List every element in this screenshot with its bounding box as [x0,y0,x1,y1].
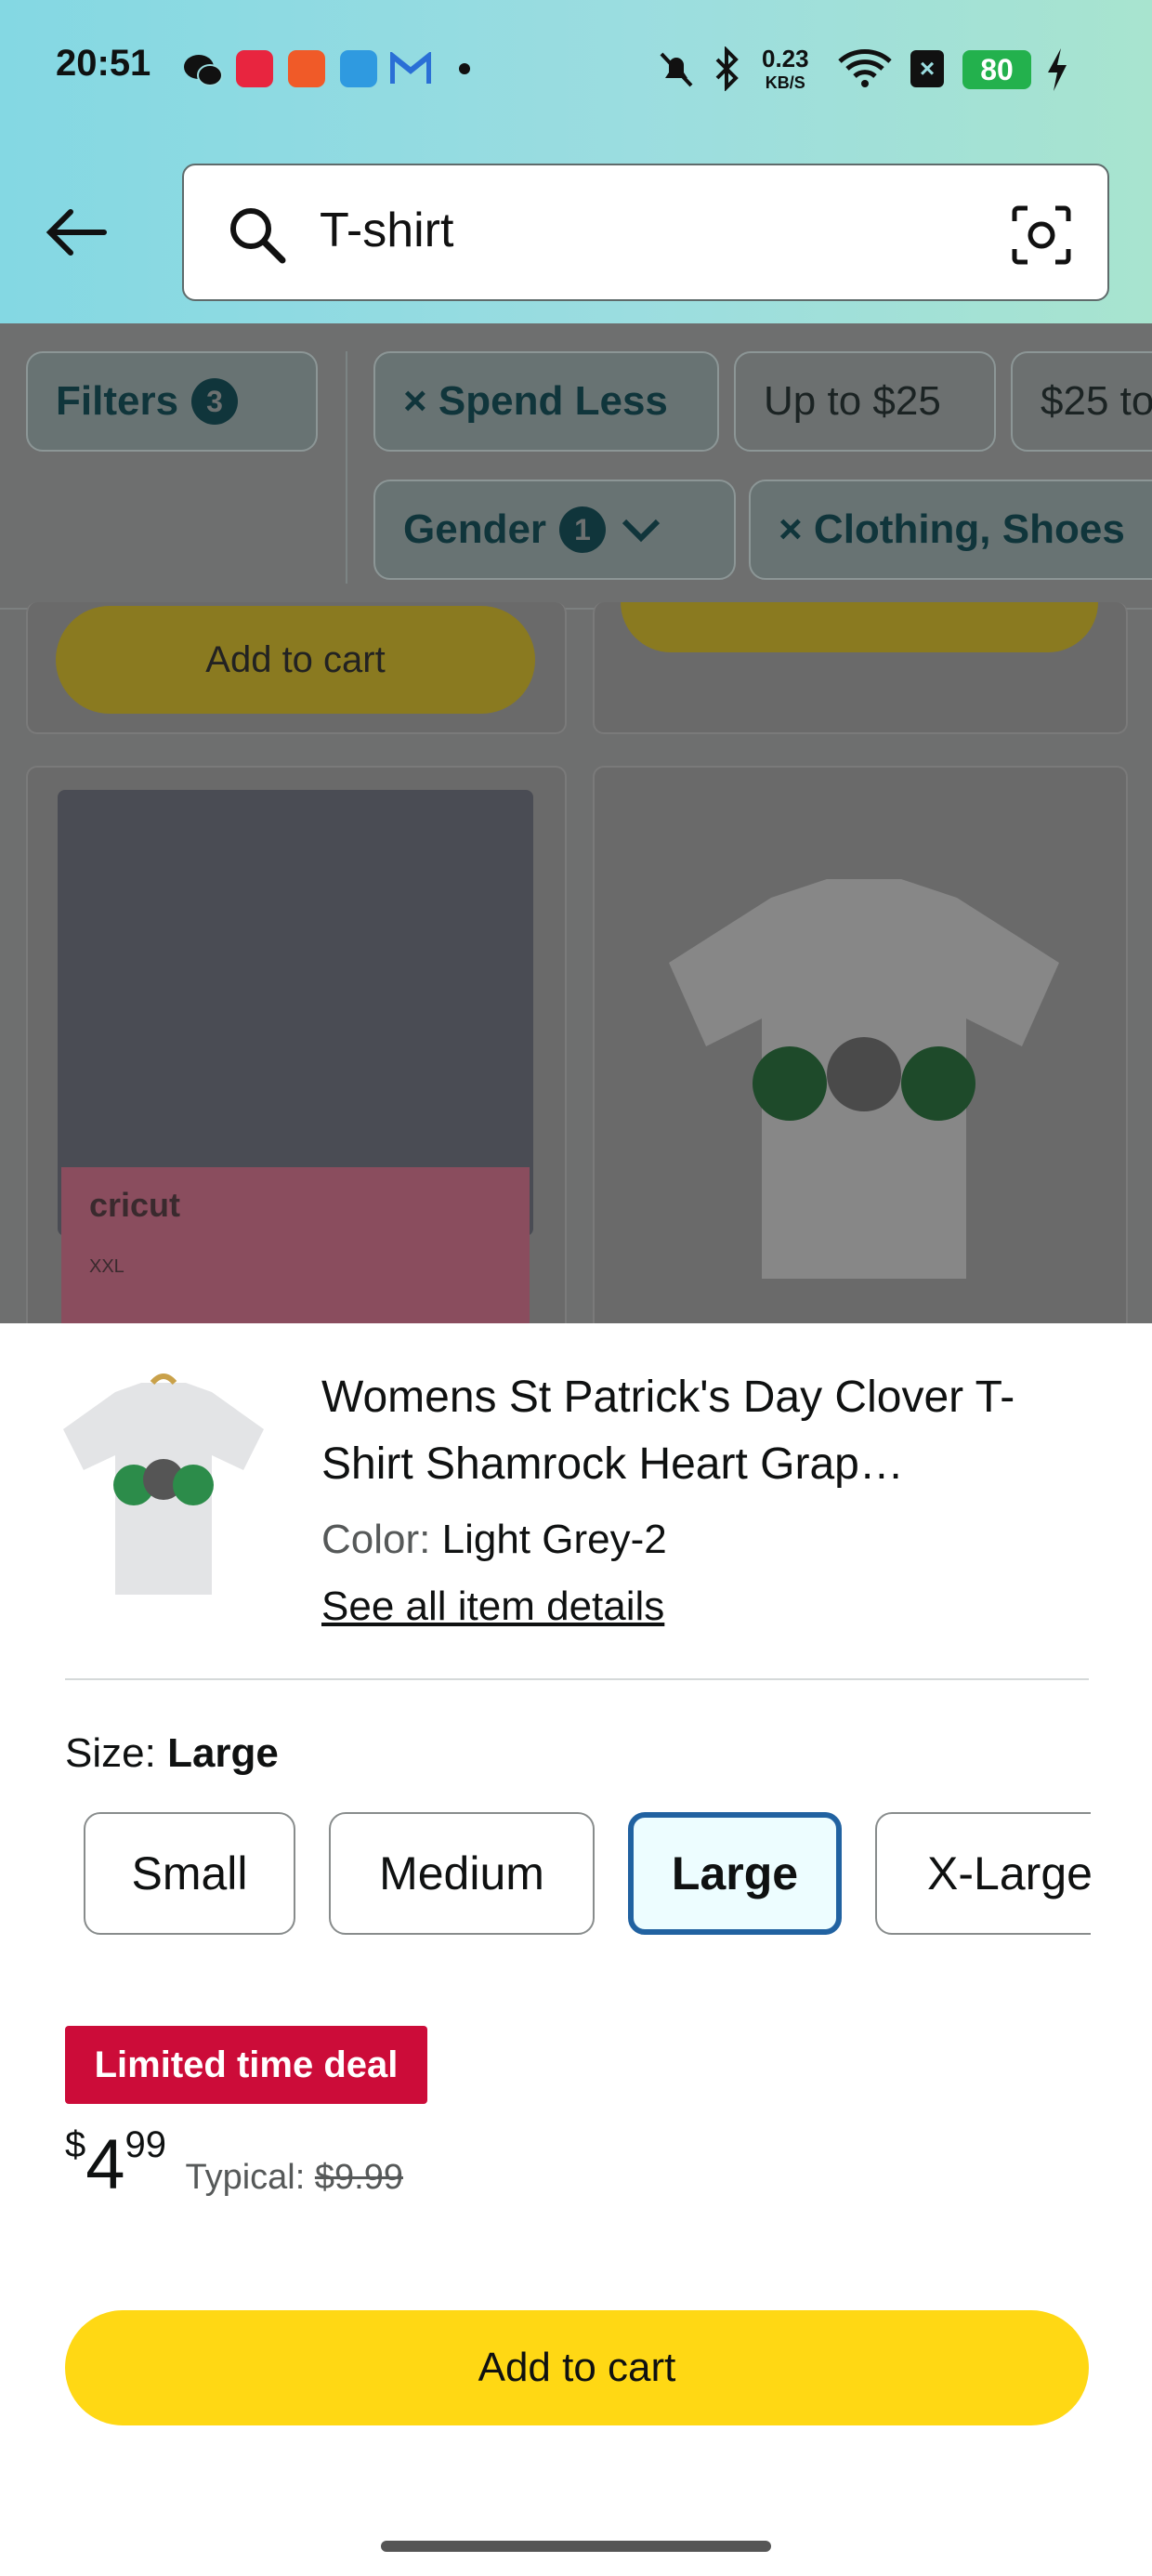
gender-count-badge: 1 [559,506,607,553]
product-card[interactable] [593,766,1128,1323]
dot-icon [459,63,470,74]
product-options-sheet: Womens St Patrick's Day Clover T-Shirt S… [0,1323,1152,2576]
net-unit: KB/S [765,73,805,92]
chip-25-to[interactable]: $25 to [1011,351,1152,452]
charging-icon [1048,48,1067,91]
price-symbol: $ [65,2124,86,2165]
battery-level: 80 [980,53,1014,86]
product-card[interactable]: cricut XXL [26,766,567,1323]
typical-value: $9.99 [314,2158,403,2197]
bluetooth-icon [715,46,739,91]
add-to-cart-button-bg[interactable]: Add to cart [56,606,535,714]
gmail-icon [390,52,431,84]
chip-clothing[interactable]: × Clothing, Shoes [749,480,1152,580]
size-options: Small Medium Large X-Large [0,1323,1091,1974]
price-fraction: 99 [124,2124,167,2165]
size-option-small[interactable]: Small [84,1812,295,1935]
add-to-cart-button-bg[interactable] [621,602,1098,652]
product-packaging: cricut XXL [61,1167,530,1323]
wifi-icon [838,49,892,87]
typical-label: Typical: [185,2158,306,2197]
chip-up-to-25[interactable]: Up to $25 [734,351,996,452]
back-button[interactable] [37,193,115,271]
app-header: 20:51 0.23 KB/S × 80 T-shirt [0,0,1152,323]
battery-icon: 80 [962,50,1031,89]
app-icon [288,50,325,87]
camera-search-icon[interactable] [1009,203,1074,268]
wechat-icon [184,55,223,86]
size-text: XXL [89,1256,124,1277]
back-arrow-icon [46,209,107,256]
price: $499 Typical: $9.99 [65,2124,403,2205]
filters-label: Filters [56,378,179,424]
typical-price: Typical: $9.99 [185,2158,402,2197]
add-to-cart-button[interactable]: Add to cart [65,2310,1089,2425]
tshirt-image [669,879,1059,1279]
chip-gender[interactable]: Gender 1 [373,480,736,580]
status-time: 20:51 [56,43,151,84]
filters-button[interactable]: Filters 3 [26,351,318,452]
size-option-large[interactable]: Large [628,1812,842,1935]
search-input[interactable]: T-shirt [320,203,453,258]
chip-spend-less[interactable]: × Spend Less [373,351,719,452]
search-box[interactable]: T-shirt [182,164,1109,301]
gender-label: Gender [403,506,547,552]
deal-badge: Limited time deal [65,2026,427,2104]
home-indicator[interactable] [381,2541,771,2552]
size-option-x-large[interactable]: X-Large [875,1812,1091,1935]
size-option-medium[interactable]: Medium [329,1812,595,1935]
chevron-down-icon [622,519,661,543]
app-icon: × [910,50,944,87]
filter-divider [346,351,347,584]
filters-count-badge: 3 [191,378,239,425]
price-whole: 4 [85,2125,125,2204]
qq-icon [340,50,377,87]
mute-icon [660,52,693,87]
brand-text: cricut [89,1186,181,1224]
dimmed-results-area: Filters 3 × Spend Less Up to $25 $25 to … [0,323,1152,1323]
search-icon [230,208,286,264]
net-speed: 0.23 [762,45,809,72]
app-icon [236,50,273,87]
